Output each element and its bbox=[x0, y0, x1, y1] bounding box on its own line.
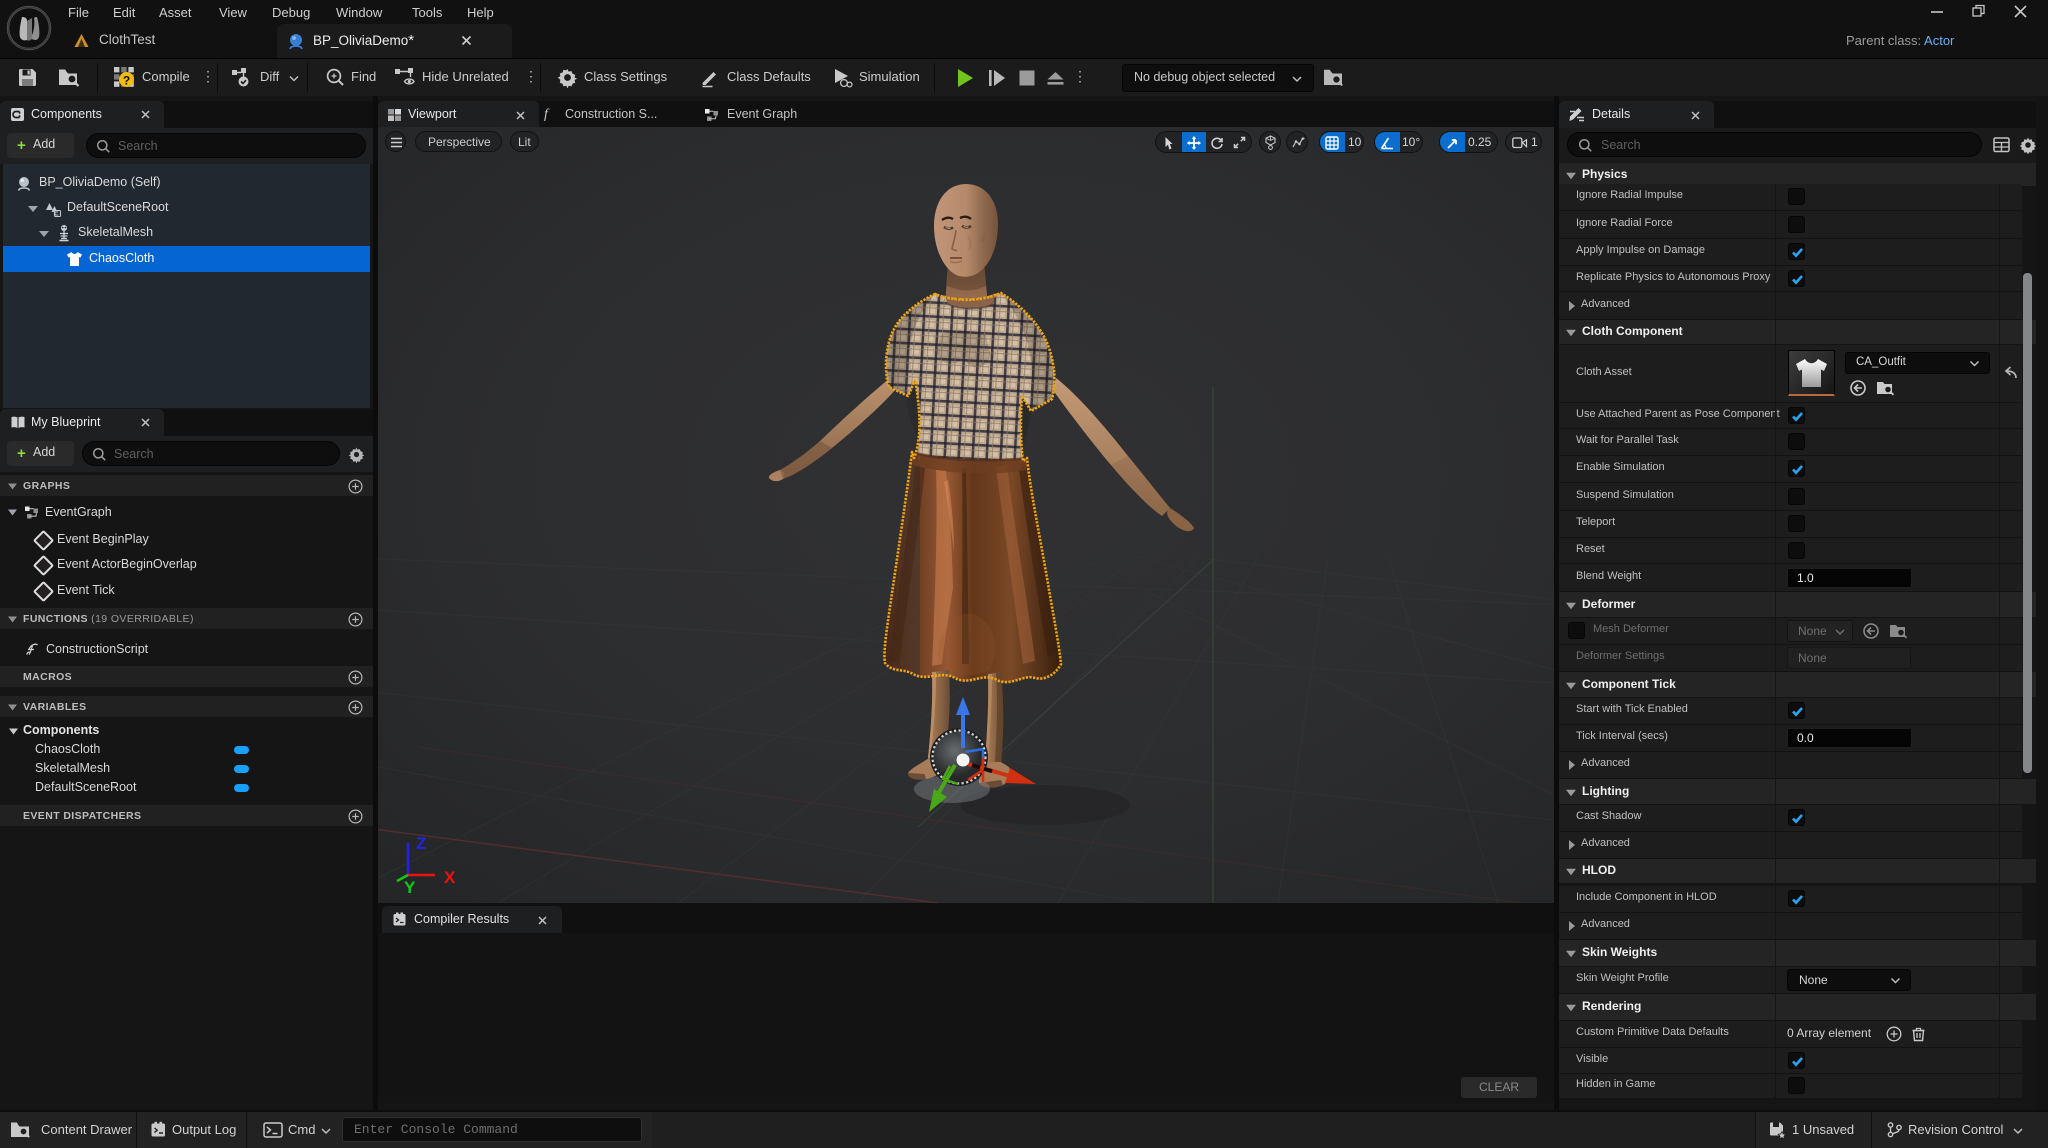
svg-text:Y: Y bbox=[404, 878, 416, 896]
svg-text:?: ? bbox=[123, 73, 130, 87]
svg-text:X: X bbox=[444, 868, 456, 887]
svg-text:Z: Z bbox=[416, 834, 426, 853]
